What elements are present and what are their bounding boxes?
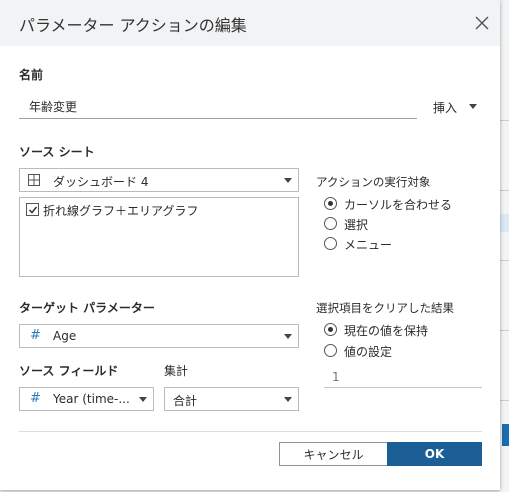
name-input[interactable]: [19, 95, 417, 119]
close-icon[interactable]: [472, 13, 492, 33]
source-field-dropdown[interactable]: # Year (time-...: [19, 387, 154, 411]
background-gridline: [500, 260, 509, 261]
set-value-input[interactable]: [324, 366, 482, 388]
hash-icon: #: [30, 328, 41, 343]
source-field-label: ソース フィールド: [19, 364, 119, 378]
aggregation-label: 集計: [164, 364, 189, 378]
chevron-down-icon: [284, 397, 292, 402]
dialog-title: パラメーター アクションの編集: [19, 16, 247, 35]
dialog-titlebar: パラメーター アクションの編集: [0, 0, 500, 46]
dashboard-grid-icon: [28, 174, 40, 186]
target-parameter-value: Age: [53, 329, 77, 343]
background-button: [502, 424, 509, 446]
radio-selected-dot: [328, 327, 333, 332]
radio-button[interactable]: [324, 217, 337, 230]
source-sheet-dropdown[interactable]: ダッシュボード 4: [19, 168, 299, 192]
aggregation-dropdown[interactable]: 合計: [164, 387, 299, 411]
clear-result-label: 選択項目をクリアした結果: [316, 301, 454, 315]
background-gridline: [500, 330, 509, 331]
run-on-hover-label: カーソルを合わせる: [344, 198, 453, 212]
target-parameter-label: ターゲット パラメーター: [19, 301, 155, 315]
name-label: 名前: [19, 68, 44, 82]
source-field-value: Year (time-...: [53, 392, 130, 406]
background-gridline: [500, 120, 509, 121]
radio-button[interactable]: [324, 197, 337, 210]
background-app-edge: [500, 0, 509, 492]
background-gridline: [500, 400, 509, 401]
chevron-down-icon: [284, 334, 292, 339]
chevron-down-icon: [139, 397, 147, 402]
keep-current-value-label: 現在の値を保持: [344, 324, 429, 338]
set-value-label: 値の設定: [344, 345, 393, 359]
chevron-down-icon[interactable]: [469, 104, 477, 109]
target-parameter-dropdown[interactable]: # Age: [19, 324, 299, 348]
run-on-select-label: 選択: [344, 218, 369, 232]
background-selected-row: [500, 214, 509, 232]
radio-button[interactable]: [324, 344, 337, 357]
sheet-checkbox-label: 折れ線グラフ＋エリアグラフ: [43, 204, 199, 218]
hash-icon: #: [30, 391, 41, 406]
aggregation-value: 合計: [173, 394, 198, 408]
sheet-list: 折れ線グラフ＋エリアグラフ: [19, 197, 299, 277]
run-on-menu-label: メニュー: [344, 238, 393, 252]
insert-menu[interactable]: 挿入: [433, 99, 457, 116]
sheet-checkbox[interactable]: [26, 203, 39, 216]
background-gridline: [500, 190, 509, 191]
chevron-down-icon: [284, 178, 292, 183]
ok-button[interactable]: OK: [387, 442, 482, 466]
radio-selected-dot: [328, 201, 333, 206]
radio-button[interactable]: [324, 237, 337, 250]
source-sheet-label: ソース シート: [19, 145, 95, 159]
cancel-button[interactable]: キャンセル: [279, 442, 388, 466]
run-on-label: アクションの実行対象: [316, 175, 431, 189]
radio-button[interactable]: [324, 323, 337, 336]
check-icon: [28, 206, 38, 214]
footer-divider: [19, 431, 482, 432]
edit-parameter-action-dialog: パラメーター アクションの編集 名前 挿入 ソース シート ダッシュボード 4 …: [0, 0, 500, 490]
source-sheet-value: ダッシュボード 4: [53, 175, 149, 189]
